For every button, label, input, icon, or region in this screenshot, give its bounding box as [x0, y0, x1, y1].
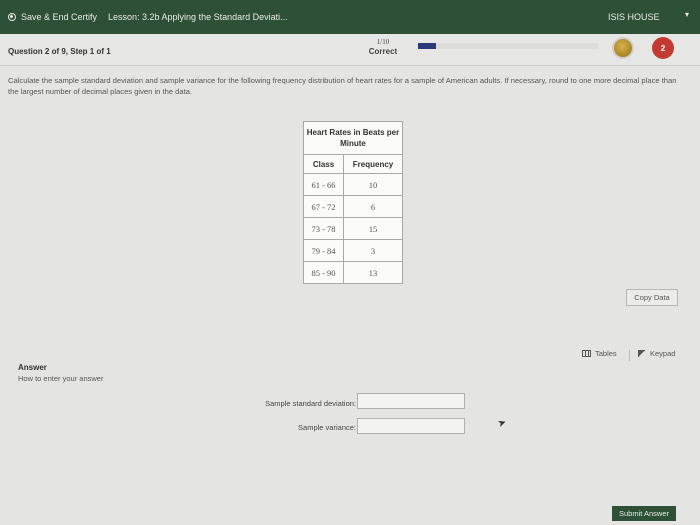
- frequency-cell: 15: [343, 217, 403, 240]
- table-row: 79 - 84 3: [303, 239, 403, 262]
- class-cell: 67 - 72: [303, 195, 344, 218]
- lesson-title: Lesson: 3.2b Applying the Standard Devia…: [108, 12, 288, 22]
- standard-deviation-input[interactable]: [357, 393, 465, 409]
- progress-fill: [418, 43, 436, 49]
- frequency-table: Heart Rates in Beats per Minute Class Fr…: [303, 121, 403, 284]
- top-bar: Save & End Certify Lesson: 3.2b Applying…: [0, 0, 700, 34]
- answer-heading: Answer: [18, 363, 47, 372]
- save-label: Save & End Certify: [21, 12, 98, 22]
- class-cell: 79 - 84: [303, 239, 344, 262]
- copy-data-button[interactable]: Copy Data: [626, 289, 678, 306]
- score-indicator: 1/10 Correct: [360, 37, 406, 57]
- table-row: 67 - 72 6: [303, 195, 403, 218]
- user-name[interactable]: ISIS HOUSE: [608, 12, 660, 22]
- caret-down-icon[interactable]: ▾: [685, 10, 689, 19]
- toolbar-divider: [629, 350, 630, 361]
- score-result: Correct: [368, 47, 398, 56]
- frequency-cell: 13: [343, 261, 403, 284]
- frequency-cell: 6: [343, 195, 403, 218]
- column-header-class: Class: [303, 154, 344, 174]
- question-title: Question 2 of 9, Step 1 of 1: [8, 47, 111, 56]
- coin-icon: [612, 37, 634, 59]
- class-cell: 61 - 66: [303, 173, 344, 196]
- variance-label: Sample variance:: [298, 423, 356, 432]
- keypad-label: Keypad: [650, 349, 676, 358]
- progress-bar: [418, 43, 598, 49]
- heart-badge: 2: [652, 37, 674, 59]
- table-row: 61 - 66 10: [303, 173, 403, 196]
- submit-answer-button[interactable]: Submit Answer: [612, 506, 676, 521]
- keypad-button[interactable]: Keypad: [638, 349, 675, 358]
- class-cell: 85 - 90: [303, 261, 344, 284]
- save-and-end-button[interactable]: Save & End Certify: [8, 12, 97, 22]
- tables-button[interactable]: Tables: [582, 349, 617, 358]
- frequency-cell: 3: [343, 239, 403, 262]
- sd-label: Sample standard deviation:: [265, 399, 356, 408]
- question-instructions: Calculate the sample standard deviation …: [8, 76, 677, 96]
- table-icon: [582, 350, 591, 357]
- how-to-enter-link[interactable]: How to enter your answer: [18, 374, 103, 383]
- score-fraction: 1/10: [376, 38, 390, 46]
- class-cell: 73 - 78: [303, 217, 344, 240]
- question-header: Question 2 of 9, Step 1 of 1 1/10 Correc…: [0, 34, 700, 66]
- column-header-frequency: Frequency: [343, 154, 403, 174]
- save-icon: [8, 13, 16, 21]
- tables-label: Tables: [595, 349, 617, 358]
- table-row: 85 - 90 13: [303, 261, 403, 284]
- table-row: 73 - 78 15: [303, 217, 403, 240]
- mouse-cursor-icon: ➤: [496, 416, 509, 431]
- table-caption: Heart Rates in Beats per Minute: [303, 121, 403, 155]
- frequency-cell: 10: [343, 173, 403, 196]
- variance-input[interactable]: [357, 418, 465, 434]
- keypad-icon: [638, 350, 646, 357]
